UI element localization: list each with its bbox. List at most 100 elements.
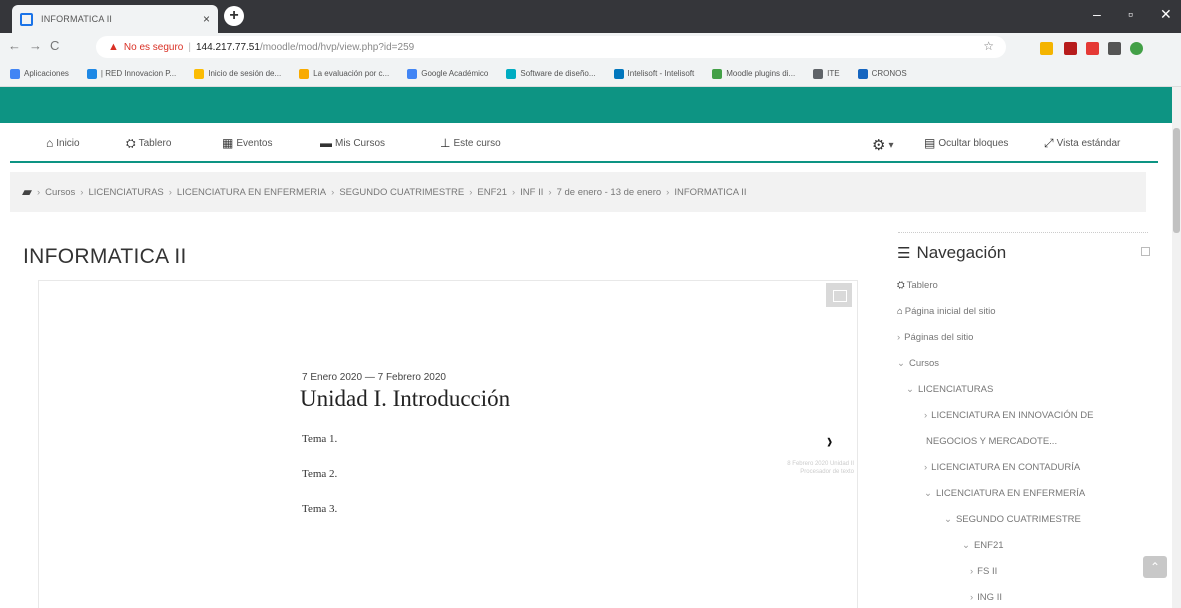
- hide-blocks-button[interactable]: ▤ Ocultar bloques: [924, 136, 1008, 150]
- bookmark-item[interactable]: Google Académico: [407, 68, 488, 79]
- chevron-right-icon[interactable]: ›: [897, 332, 900, 343]
- browser-tab-bar: INFORMATICA II × + – ▫ ✕: [0, 0, 1181, 33]
- nav-tree-item[interactable]: › LICENCIATURA EN INNOVACIÓN DE: [924, 410, 1093, 421]
- nav-tree-label: LICENCIATURA EN INNOVACIÓN DE: [931, 410, 1094, 421]
- bookmark-label: CRONOS: [871, 69, 907, 78]
- gear-icon: ⚙: [872, 137, 886, 154]
- nav-tree-item[interactable]: NEGOCIOS Y MERCADOTE...: [926, 436, 1057, 447]
- nav-tree-label: LICENCIATURA EN ENFERMERÍA: [935, 488, 1086, 499]
- nav-tree-item[interactable]: › LICENCIATURA EN CONTADURÍA: [924, 462, 1080, 473]
- nav-tree-item[interactable]: ⌄ SEGUNDO CUATRIMESTRE: [944, 514, 1081, 525]
- extension-icon[interactable]: [1086, 42, 1099, 55]
- bookmark-item[interactable]: | RED Innovacion P...: [86, 68, 177, 79]
- bookmark-favicon-icon: [857, 68, 868, 79]
- breadcrumb-item[interactable]: SEGUNDO CUATRIMESTRE: [339, 187, 464, 198]
- nav-mis-cursos-label: Mis Cursos: [335, 137, 386, 149]
- nav-inicio[interactable]: ⌂ Inicio: [46, 136, 80, 150]
- nav-eventos-label: Eventos: [236, 137, 273, 149]
- nav-tablero[interactable]: ⛭ Tablero: [126, 136, 171, 151]
- extension-icon[interactable]: [1130, 42, 1143, 55]
- bookmark-item[interactable]: Aplicaciones: [10, 68, 69, 79]
- chevron-down-icon[interactable]: ⌄: [906, 384, 914, 395]
- navigation-block: ☰ Navegación ⛭ Tablero ⌂ Página inicial del…: [888, 232, 1158, 608]
- chevron-right-icon[interactable]: ›: [924, 410, 927, 421]
- nav-tree-item[interactable]: › FS II: [970, 566, 997, 577]
- browser-toolbar: ← → C ▲ No es seguro | 144.217.77.51 /mo…: [0, 33, 1181, 61]
- bookmark-item[interactable]: Intelisoft - Intelisoft: [613, 68, 694, 79]
- nav-tablero-label: Tablero: [138, 138, 172, 149]
- back-icon[interactable]: ←: [8, 38, 21, 53]
- breadcrumb-separator: ›: [666, 186, 670, 198]
- chevron-right-icon[interactable]: ›: [970, 566, 973, 577]
- chevron-right-icon[interactable]: ›: [924, 462, 927, 473]
- nav-tree-item[interactable]: › Páginas del sitio: [897, 332, 973, 343]
- chevron-down-icon[interactable]: ⌄: [924, 488, 932, 499]
- breadcrumb-item[interactable]: LICENCIATURAS: [88, 187, 163, 198]
- breadcrumb: ▰ › Cursos › LICENCIATURAS › LICENCIATURA EN …: [10, 172, 1146, 212]
- nav-tree-item[interactable]: › ING II: [970, 592, 1002, 603]
- collapse-block-icon[interactable]: [1141, 247, 1150, 256]
- scroll-to-top-button[interactable]: ⌃: [1143, 556, 1167, 578]
- folder-icon[interactable]: ▰: [22, 184, 32, 200]
- extension-icon[interactable]: [1040, 42, 1053, 55]
- bookmark-label: | RED Innovacion P...: [100, 69, 177, 78]
- chevron-down-icon[interactable]: ⌄: [944, 514, 952, 525]
- nav-tree-item[interactable]: ⌄ LICENCIATURAS: [906, 384, 993, 395]
- tab-close-icon[interactable]: ×: [203, 12, 210, 26]
- breadcrumb-item[interactable]: ENF21: [477, 187, 507, 198]
- nav-tree-item[interactable]: ⌂ Página inicial del sitio: [897, 306, 996, 317]
- page-scrollbar-thumb[interactable]: [1173, 128, 1180, 233]
- nav-tree-item[interactable]: ⌄ ENF21: [962, 540, 1004, 551]
- bookmark-label: Inicio de sesión de...: [208, 69, 282, 78]
- chevron-right-icon[interactable]: ›: [970, 592, 973, 603]
- breadcrumb-item[interactable]: INF II: [520, 187, 543, 198]
- extension-icon[interactable]: [1064, 42, 1077, 55]
- home-icon: ⌂: [897, 306, 903, 317]
- nav-mis-cursos[interactable]: ▬ Mis Cursos: [320, 136, 385, 150]
- bookmark-item[interactable]: Inicio de sesión de...: [194, 68, 282, 79]
- close-window-icon[interactable]: ✕: [1160, 6, 1172, 23]
- bookmark-favicon-icon: [613, 68, 624, 79]
- standard-view-button[interactable]: ⤢ Vista estándar: [1044, 136, 1120, 151]
- bookmark-star-icon[interactable]: ☆: [983, 39, 994, 53]
- settings-menu[interactable]: ⚙ ▾: [872, 136, 893, 154]
- slide-topic: Tema 1.: [302, 433, 338, 445]
- bookmarks-bar: Aplicaciones | RED Innovacion P... Inicio …: [0, 61, 1181, 87]
- next-slide-preview[interactable]: 8 Febrero 2020 Unidad II Procesador de t…: [776, 460, 854, 476]
- briefcase-icon: ▬: [320, 136, 332, 150]
- breadcrumb-separator: ›: [511, 186, 516, 198]
- bookmark-item[interactable]: Software de diseño...: [506, 68, 596, 79]
- moodle-favicon-icon: [20, 12, 33, 26]
- nav-tree-item[interactable]: ⌄ Cursos: [897, 358, 939, 369]
- address-bar[interactable]: ▲ No es seguro | 144.217.77.51 /moodle/m…: [96, 36, 1006, 58]
- browser-tab[interactable]: INFORMATICA II ×: [12, 5, 218, 33]
- reload-icon[interactable]: C: [50, 38, 59, 53]
- extension-icon[interactable]: [1108, 42, 1121, 55]
- fullscreen-button[interactable]: [826, 283, 852, 307]
- breadcrumb-item[interactable]: INFORMATICA II: [674, 187, 746, 198]
- nav-tree-item[interactable]: ⛭ Tablero: [897, 280, 938, 291]
- bookmark-label: ITE: [827, 69, 840, 78]
- bookmark-item[interactable]: La evaluación por c...: [299, 68, 389, 79]
- nav-eventos[interactable]: ▦ Eventos: [222, 136, 272, 150]
- bookmark-favicon-icon: [194, 68, 205, 79]
- new-tab-button[interactable]: +: [224, 6, 244, 26]
- page-title: INFORMATICA II: [23, 245, 187, 268]
- bookmark-item[interactable]: CRONOS: [857, 68, 907, 79]
- bookmark-item[interactable]: Moodle plugins di...: [712, 68, 795, 79]
- slide-topic: Tema 2.: [302, 468, 338, 480]
- forward-icon[interactable]: →: [29, 38, 42, 53]
- bookmark-favicon-icon: [506, 68, 517, 79]
- nav-tree-item[interactable]: ⌄ LICENCIATURA EN ENFERMERÍA: [924, 488, 1085, 499]
- bookmark-label: Aplicaciones: [24, 69, 69, 78]
- nav-este-curso[interactable]: ⊥ Este curso: [440, 136, 501, 150]
- breadcrumb-item[interactable]: Cursos: [45, 187, 75, 198]
- bookmark-item[interactable]: ITE: [813, 68, 840, 79]
- breadcrumb-item[interactable]: LICENCIATURA EN ENFERMERIA: [177, 187, 326, 198]
- next-slide-icon[interactable]: ›: [827, 428, 832, 454]
- chevron-down-icon[interactable]: ⌄: [897, 358, 905, 369]
- chevron-down-icon[interactable]: ⌄: [962, 540, 970, 551]
- breadcrumb-item[interactable]: 7 de enero - 13 de enero: [557, 187, 662, 198]
- minimize-icon[interactable]: –: [1093, 6, 1101, 22]
- maximize-icon[interactable]: ▫: [1128, 6, 1133, 22]
